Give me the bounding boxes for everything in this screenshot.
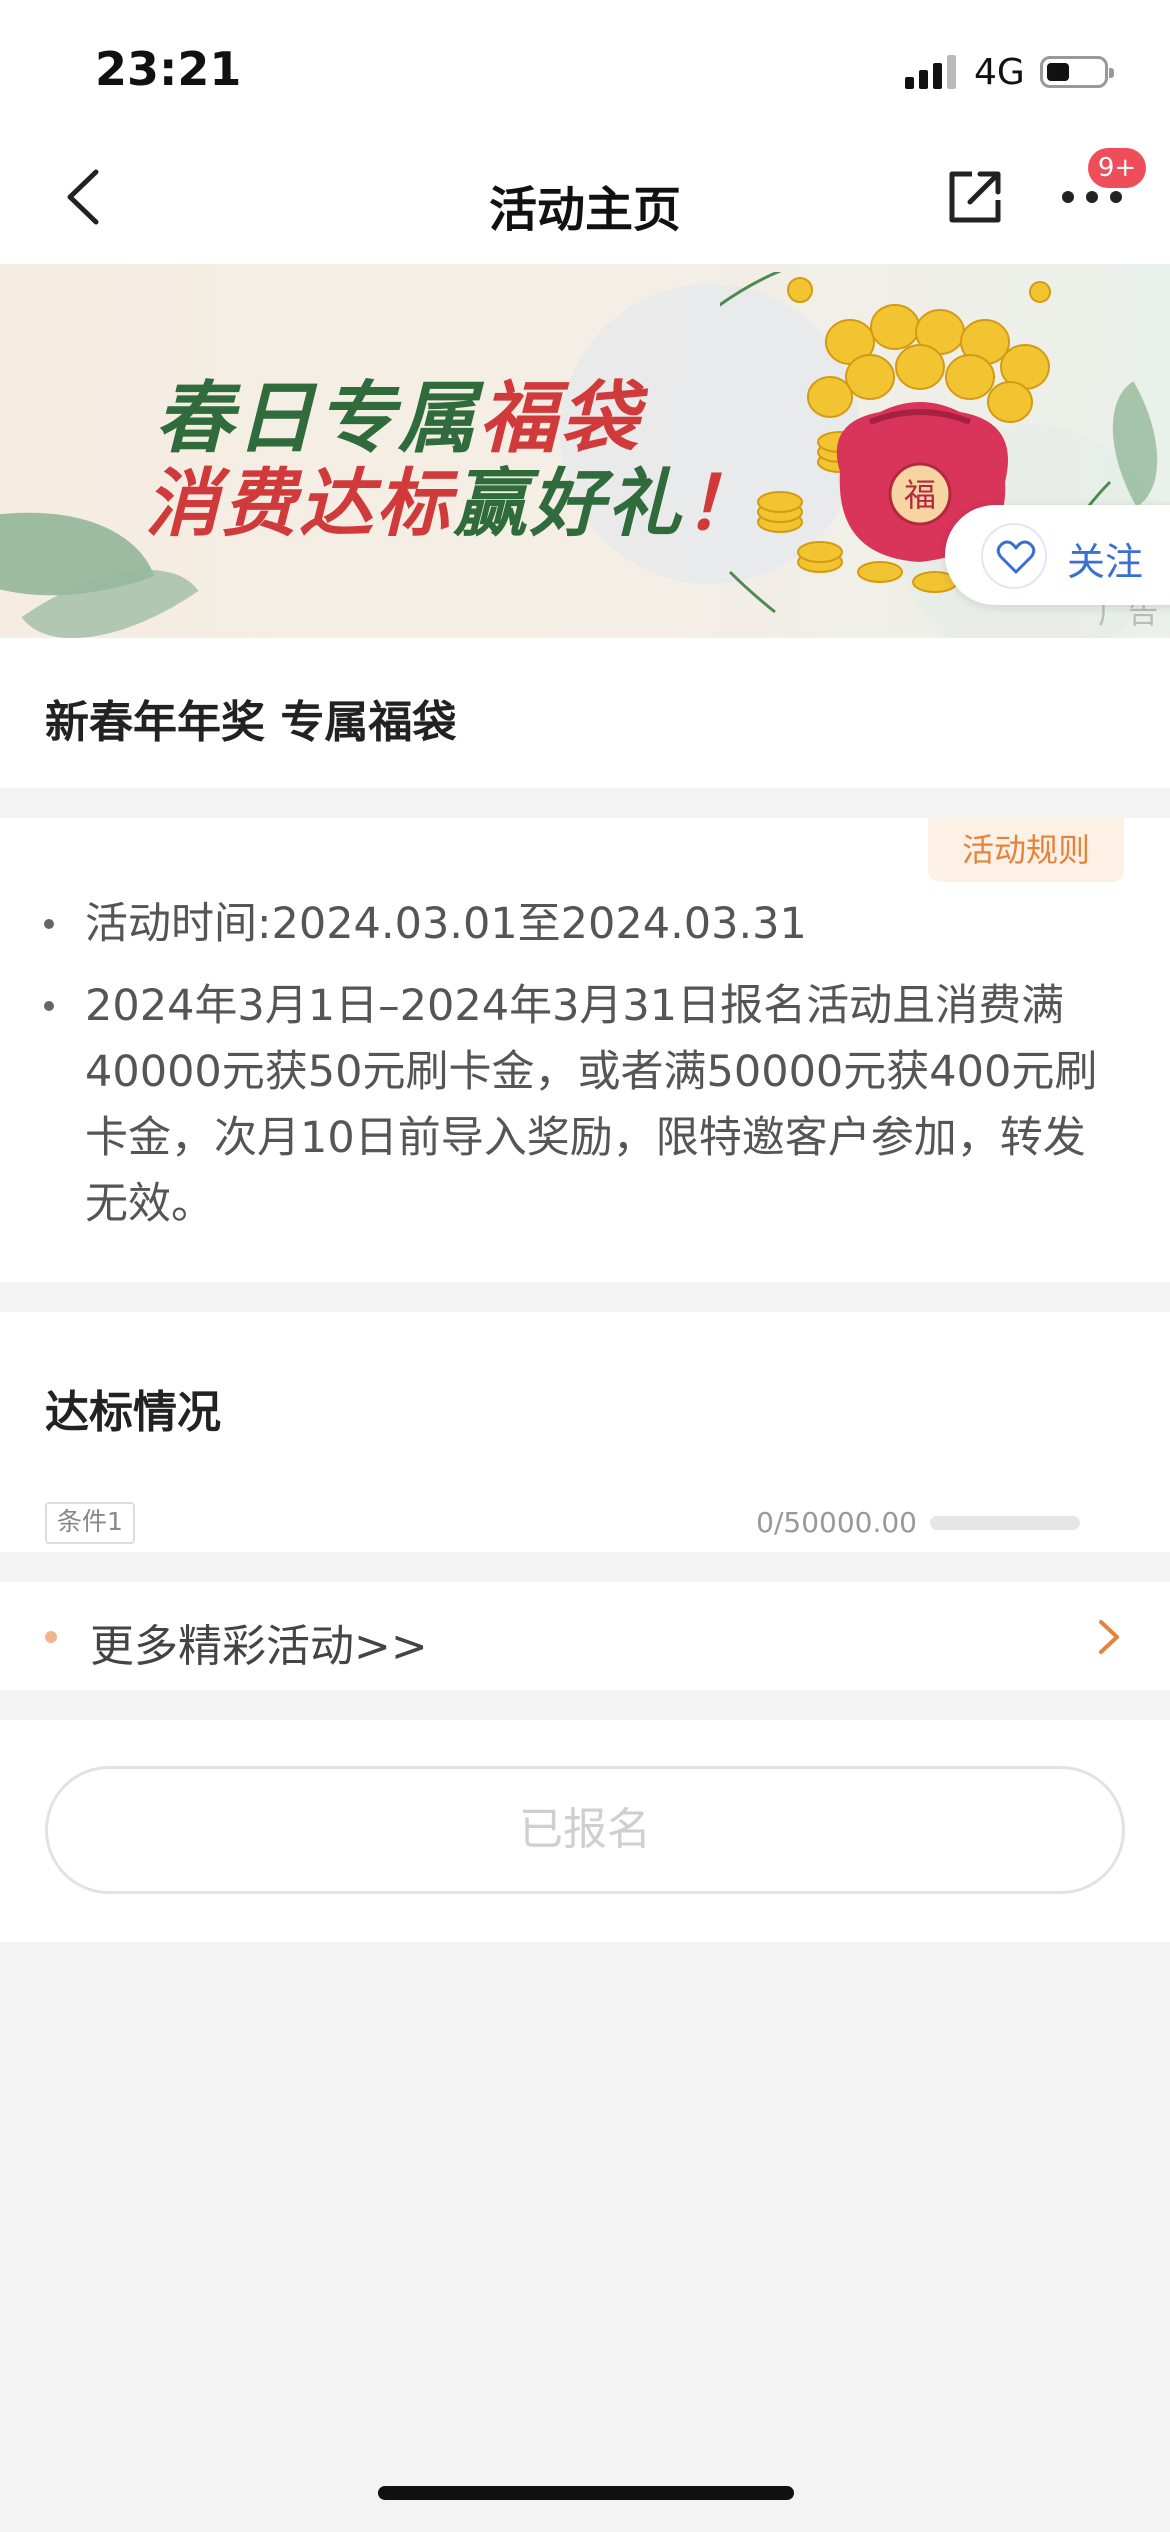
home-indicator[interactable] [378,2486,794,2500]
nav-bar: 活动主页 9+ [0,130,1170,264]
rule-line: 2024年3月1日–2024年3月31日报名活动且消费满 [85,981,1065,1031]
heart-icon-circle [981,523,1047,589]
battery-icon [1040,56,1114,88]
rules-button[interactable]: 活动规则 [928,818,1124,882]
more-activities-label: 更多精彩活动>> [90,1621,428,1672]
share-icon[interactable] [944,166,1006,228]
rule-time: 活动时间:2024.03.01至2024.03.31 [85,899,807,949]
status-bar: 23:21 4G [0,0,1170,130]
bullet [44,1001,54,1011]
progress-section-title: 达标情况 [45,1387,221,1438]
condition-tag: 条件1 [45,1502,135,1544]
dot-icon [45,1631,57,1643]
rule-line: 无效。 [85,1179,214,1229]
activity-title: 新春年年奖 专属福袋 [45,697,457,748]
more-menu-icon[interactable] [1060,188,1124,206]
rules-card: 活动规则 活动时间:2024.03.01至2024.03.31 2024年3月1… [0,818,1170,1282]
progress-value: 0/50000.00 [756,1506,917,1539]
signed-up-button[interactable]: 已报名 [45,1766,1125,1894]
notification-badge: 9+ [1088,148,1146,188]
svg-text:福: 福 [904,476,936,514]
rule-line: 卡金，次月10日前导入奖励，限特邀客户参加，转发 [85,1113,1086,1163]
banner-headline-2: 消费达标赢好礼！ [145,461,761,547]
status-time: 23:21 [95,42,242,96]
progress-bar [930,1516,1080,1530]
bullet [44,919,54,929]
signal-icon [905,55,956,89]
network-type: 4G [974,52,1025,93]
more-activities-row[interactable]: 更多精彩活动>> [0,1582,1170,1690]
heart-icon [996,540,1036,574]
follow-label: 关注 [1067,540,1144,584]
progress-card: 达标情况 条件1 0/50000.00 [0,1312,1170,1552]
signup-card: 已报名 [0,1720,1170,1942]
rule-line: 40000元获50元刷卡金，或者满50000元获400元刷 [85,1047,1098,1097]
chevron-right-icon [1099,1620,1119,1654]
activity-title-card: 新春年年奖 专属福袋 [0,638,1170,788]
follow-button[interactable]: 关注 [945,505,1170,605]
